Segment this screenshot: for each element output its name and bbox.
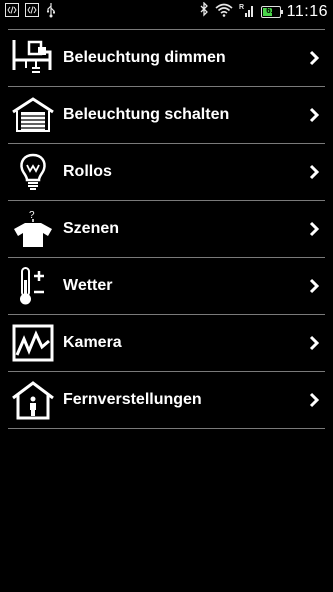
chevron-right-icon	[305, 163, 323, 181]
code-icon	[25, 2, 39, 22]
lightbulb-icon	[12, 149, 54, 195]
shirt-question-icon: ?	[12, 206, 54, 252]
thermometer-icon	[12, 263, 54, 309]
menu-item-wetter[interactable]: Wetter	[8, 258, 325, 315]
menu-item-label: Wetter	[63, 277, 113, 294]
svg-text:R: R	[239, 4, 244, 11]
menu-item-label: Rollos	[63, 163, 112, 180]
wifi-icon	[215, 3, 233, 22]
menu-item-rollos[interactable]: Rollos	[8, 144, 325, 201]
battery-icon: 61	[260, 6, 283, 18]
menu-item-kamera[interactable]: Kamera	[8, 315, 325, 372]
menu-item-fernverstellungen[interactable]: Fernverstellungen	[8, 372, 325, 429]
chevron-right-icon	[305, 391, 323, 409]
main-menu: Beleuchtung dimmen Beleuchtung schalten	[8, 29, 325, 429]
status-bar-left	[5, 2, 63, 23]
menu-item-label: Szenen	[63, 220, 120, 237]
status-bar-right: R 61 11:16	[199, 1, 328, 23]
menu-item-label: Fernverstellungen	[63, 391, 202, 408]
chevron-right-icon	[305, 106, 323, 124]
menu-item-beleuchtung-schalten[interactable]: Beleuchtung schalten	[8, 87, 325, 144]
status-bar: R 61 11:16	[0, 0, 333, 24]
bluetooth-icon	[199, 1, 209, 22]
menu-item-szenen[interactable]: ? Szenen	[8, 201, 325, 258]
battery-percent: 61	[266, 6, 276, 15]
menu-item-label: Beleuchtung schalten	[63, 106, 230, 123]
chevron-right-icon	[305, 49, 323, 67]
camera-image-icon	[12, 320, 54, 366]
clock: 11:16	[286, 3, 328, 20]
chevron-right-icon	[305, 220, 323, 238]
usb-icon	[45, 2, 57, 23]
garage-icon	[12, 92, 54, 138]
house-person-icon	[12, 377, 54, 423]
signal-icon: R	[239, 2, 255, 23]
desk-lamp-icon	[12, 35, 54, 81]
menu-item-label: Kamera	[63, 334, 122, 351]
chevron-right-icon	[305, 334, 323, 352]
svg-text:?: ?	[29, 210, 35, 221]
code-icon	[5, 2, 19, 22]
menu-item-label: Beleuchtung dimmen	[63, 49, 226, 66]
menu-item-beleuchtung-dimmen[interactable]: Beleuchtung dimmen	[8, 29, 325, 87]
chevron-right-icon	[305, 277, 323, 295]
